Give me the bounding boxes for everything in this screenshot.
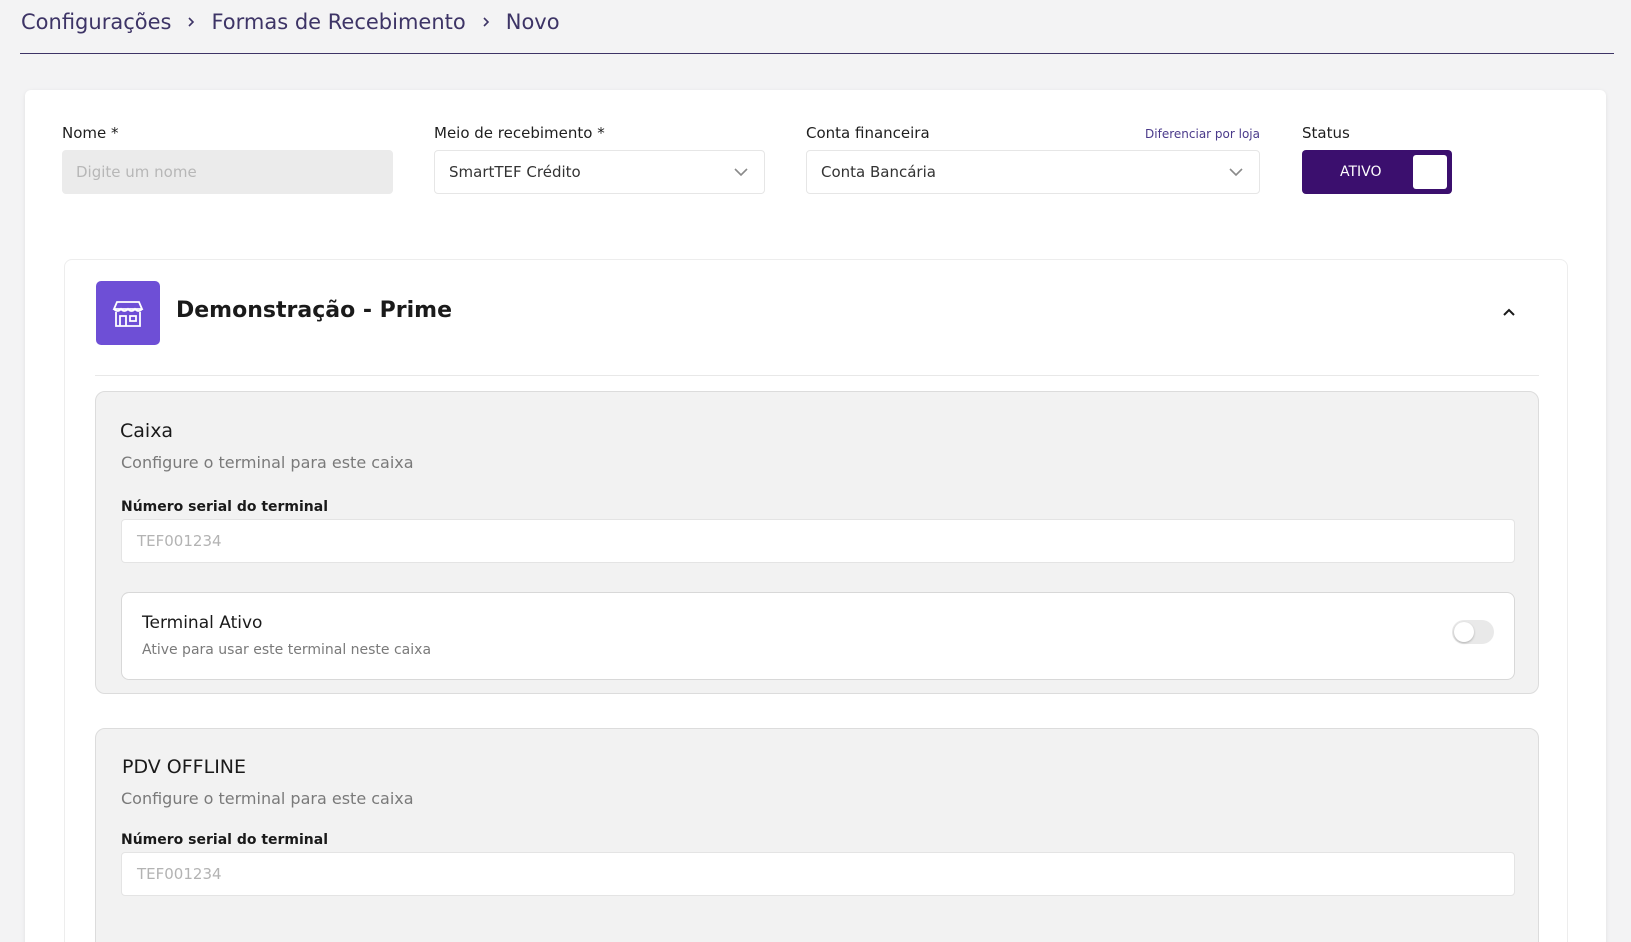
status-field: Status ATIVO	[1302, 123, 1452, 194]
meio-select[interactable]: SmartTEF Crédito	[434, 150, 765, 194]
store-panel: Demonstração - Prime Caixa Configure o t…	[64, 259, 1568, 942]
serial-placeholder: TEF001234	[137, 865, 222, 883]
register-title: PDV OFFLINE	[122, 756, 247, 778]
status-toggle[interactable]: ATIVO	[1302, 150, 1452, 194]
register-card-caixa: Caixa Configure o terminal para este cai…	[95, 391, 1539, 694]
nome-field: Nome * Digite um nome	[62, 123, 393, 194]
breadcrumb-item-formas[interactable]: Formas de Recebimento	[211, 10, 465, 34]
conta-value: Conta Bancária	[821, 163, 936, 181]
serial-input[interactable]: TEF001234	[121, 519, 1515, 563]
switch-knob	[1454, 622, 1474, 642]
serial-input[interactable]: TEF001234	[121, 852, 1515, 896]
register-title: Caixa	[120, 420, 174, 442]
status-toggle-knob	[1413, 155, 1447, 189]
nome-placeholder: Digite um nome	[76, 163, 197, 181]
chevron-right-icon	[183, 14, 199, 30]
chevron-down-icon	[732, 163, 750, 181]
terminal-ativo-box: Terminal Ativo Ative para usar este term…	[121, 592, 1515, 680]
register-subtitle: Configure o terminal para este caixa	[121, 453, 414, 472]
serial-label: Número serial do terminal	[121, 832, 329, 848]
store-divider	[95, 375, 1539, 376]
diferenciar-por-loja-link[interactable]: Diferenciar por loja	[1145, 127, 1260, 141]
serial-placeholder: TEF001234	[137, 532, 222, 550]
chevron-right-icon	[478, 14, 494, 30]
meio-field: Meio de recebimento * SmartTEF Crédito	[434, 123, 765, 194]
terminal-ativo-switch[interactable]	[1452, 620, 1494, 644]
breadcrumb-item-novo: Novo	[505, 10, 560, 34]
status-value: ATIVO	[1340, 164, 1382, 180]
register-subtitle: Configure o terminal para este caixa	[121, 789, 414, 808]
conta-select[interactable]: Conta Bancária	[806, 150, 1260, 194]
conta-field: Conta financeira Diferenciar por loja Co…	[806, 123, 1260, 194]
terminal-ativo-subtitle: Ative para usar este terminal neste caix…	[142, 642, 432, 658]
nome-input[interactable]: Digite um nome	[62, 150, 393, 194]
nome-label: Nome *	[62, 124, 119, 142]
store-title: Demonstração - Prime	[176, 298, 452, 323]
chevron-up-icon[interactable]	[1499, 302, 1519, 322]
register-card-pdv-offline: PDV OFFLINE Configure o terminal para es…	[95, 728, 1539, 942]
serial-label: Número serial do terminal	[121, 499, 329, 515]
breadcrumb-divider	[20, 53, 1614, 54]
status-label: Status	[1302, 124, 1350, 142]
breadcrumb-item-configuracoes[interactable]: Configurações	[21, 10, 171, 34]
terminal-ativo-title: Terminal Ativo	[142, 613, 263, 633]
breadcrumb: Configurações Formas de Recebimento Novo	[21, 10, 560, 34]
chevron-down-icon	[1227, 163, 1245, 181]
meio-label: Meio de recebimento *	[434, 124, 605, 142]
storefront-icon	[96, 281, 160, 345]
meio-value: SmartTEF Crédito	[449, 163, 581, 181]
